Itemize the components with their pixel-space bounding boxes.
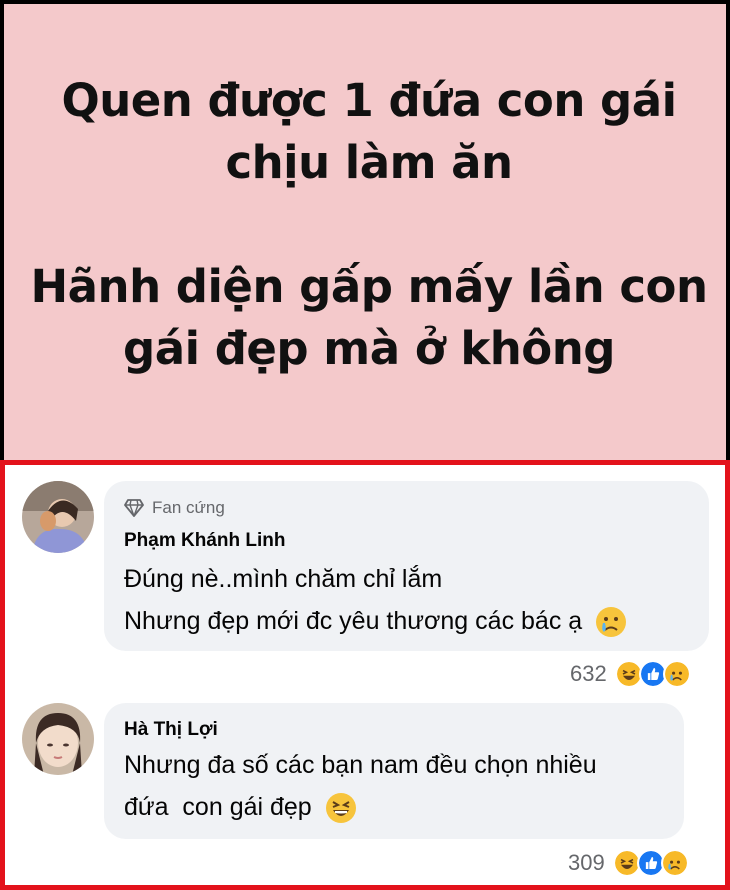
comment-text-line: Nhưng đẹp mới đc yêu thương các bác ạ bbox=[124, 607, 583, 635]
avatar[interactable] bbox=[22, 481, 94, 553]
badge-label: Fan cứng bbox=[152, 498, 225, 517]
headline-part-2: Hãnh diện gấp mấy lần con gái đẹp mà ở k… bbox=[4, 256, 730, 380]
sad-icon bbox=[660, 849, 689, 877]
comment-author[interactable]: Hà Thị Lợi bbox=[124, 719, 218, 741]
comment-author[interactable]: Phạm Khánh Linh bbox=[124, 530, 286, 552]
headline-line: Hãnh diện gấp mấy lần con bbox=[30, 260, 708, 313]
sad-tear-emoji-icon bbox=[596, 607, 627, 638]
reactions-summary[interactable]: 632 bbox=[570, 660, 691, 688]
comment-text-line: đứa con gái đẹp bbox=[124, 793, 312, 821]
comment-text-line: Nhưng đa số các bạn nam đều chọn nhiều bbox=[124, 751, 597, 779]
headline-line: Quen được 1 đứa con gái bbox=[61, 74, 677, 127]
headline-line: chịu làm ăn bbox=[225, 136, 513, 189]
comment-bubble: Fan cứng Phạm Khánh Linh Đúng nè..mình c… bbox=[104, 481, 709, 651]
headline-line: gái đẹp mà ở không bbox=[123, 322, 615, 375]
reaction-count: 632 bbox=[570, 661, 607, 686]
diamond-icon bbox=[124, 499, 144, 517]
comment-bubble: Hà Thị Lợi Nhưng đa số các bạn nam đều c… bbox=[104, 703, 684, 839]
sad-icon bbox=[662, 660, 691, 688]
comment-text-line-with-emoji: đứa con gái đẹp bbox=[124, 787, 357, 827]
headline-part-1: Quen được 1 đứa con gái chịu làm ăn bbox=[4, 70, 730, 194]
comments-section: Fan cứng Phạm Khánh Linh Đúng nè..mình c… bbox=[0, 460, 730, 890]
reactions-summary[interactable]: 309 bbox=[568, 849, 689, 877]
grin-squint-emoji-icon bbox=[325, 793, 356, 824]
fan-badge[interactable]: Fan cứng bbox=[124, 498, 225, 518]
comment-text-line-with-emoji: Nhưng đẹp mới đc yêu thương các bác ạ bbox=[124, 601, 627, 641]
post-image-card: Quen được 1 đứa con gái chịu làm ăn Hãnh… bbox=[0, 0, 730, 462]
comment-text-line: Đúng nè..mình chăm chỉ lắm bbox=[124, 565, 443, 593]
reaction-count: 309 bbox=[568, 850, 605, 875]
avatar[interactable] bbox=[22, 703, 94, 775]
